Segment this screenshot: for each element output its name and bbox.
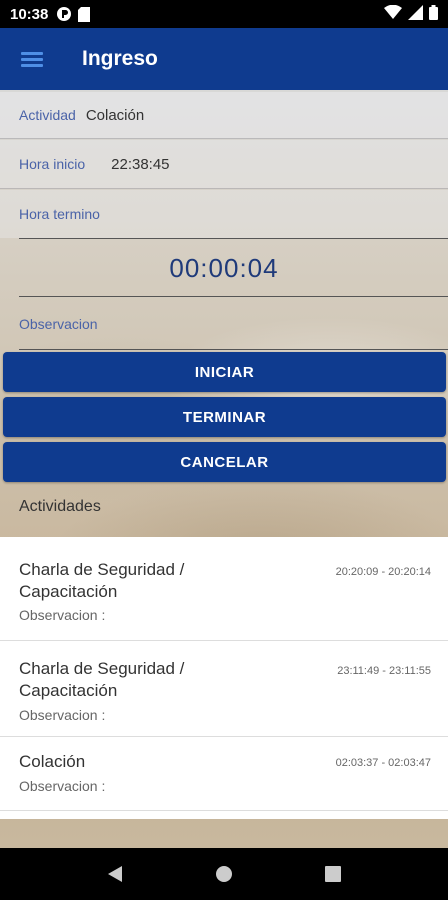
iniciar-button[interactable]: INICIAR — [3, 352, 446, 392]
system-nav-bar — [0, 848, 448, 900]
status-bar: 10:38 — [0, 0, 448, 28]
activity-title: Charla de Seguridad / Capacitación — [19, 560, 185, 601]
back-icon[interactable] — [95, 854, 135, 894]
list-item[interactable]: Charla de Seguridad / Capacitación 23:11… — [0, 641, 448, 737]
divider — [0, 188, 448, 189]
activity-time-range: 20:20:09 - 20:20:14 — [335, 566, 431, 578]
activity-observacion: Observacion : — [19, 707, 106, 723]
hora-termino-row[interactable]: Hora termino — [0, 190, 448, 238]
hora-termino-label: Hora termino — [19, 206, 100, 222]
activity-time-range: 23:11:49 - 23:11:55 — [337, 665, 431, 677]
divider — [0, 138, 448, 139]
status-time: 10:38 — [10, 5, 49, 23]
recents-icon[interactable] — [313, 854, 353, 894]
actividad-label: Actividad — [19, 107, 76, 123]
actividad-row[interactable]: Actividad Colación — [0, 92, 448, 138]
home-icon[interactable] — [204, 854, 244, 894]
app-notification-icon — [56, 6, 72, 22]
activity-time-range: 02:03:37 - 02:03:47 — [335, 757, 431, 769]
signal-icon — [408, 4, 423, 24]
sd-card-icon — [78, 6, 91, 22]
battery-icon — [429, 4, 438, 24]
wifi-icon — [384, 4, 402, 23]
elapsed-timer: 00:00:04 — [169, 253, 279, 283]
cancelar-button[interactable]: CANCELAR — [3, 442, 446, 482]
app-bar: Ingreso — [0, 28, 448, 90]
observacion-field[interactable]: Observacion — [0, 300, 448, 348]
page-title: Ingreso — [82, 47, 158, 70]
divider — [19, 296, 448, 297]
divider — [19, 349, 448, 350]
actividad-value: Colación — [85, 106, 145, 124]
activity-observacion: Observacion : — [19, 607, 106, 623]
activity-title: Charla de Seguridad / Capacitación — [19, 659, 185, 700]
hora-inicio-label: Hora inicio — [19, 156, 86, 172]
list-item[interactable]: Charla de Seguridad / Capacitación 20:20… — [0, 537, 448, 641]
hora-inicio-row[interactable]: Hora inicio 22:38:45 — [0, 140, 448, 188]
hora-inicio-value: 22:38:45 — [111, 155, 170, 173]
activity-title: Colación — [19, 752, 86, 771]
terminar-button[interactable]: TERMINAR — [3, 397, 446, 437]
actividades-heading: Actividades — [19, 498, 101, 515]
activity-observacion: Observacion : — [19, 778, 106, 794]
divider — [19, 238, 448, 239]
hamburger-menu-icon[interactable] — [0, 28, 64, 90]
observacion-label: Observacion — [19, 316, 98, 332]
activities-list: Charla de Seguridad / Capacitación 20:20… — [0, 537, 448, 819]
list-item[interactable]: Colación 02:03:37 - 02:03:47 Observacion… — [0, 737, 448, 811]
